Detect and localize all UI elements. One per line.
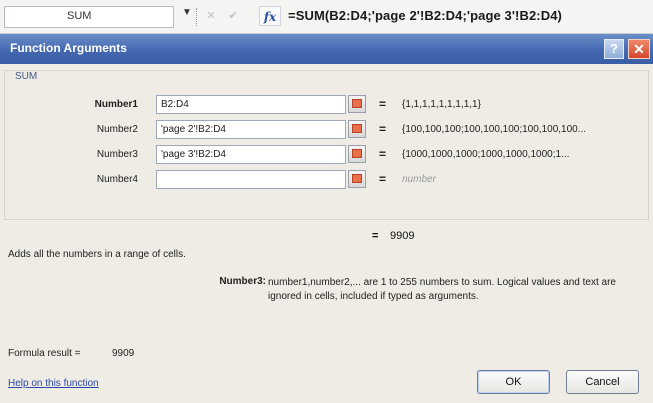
formula-bar-separator: [196, 8, 198, 26]
help-icon[interactable]: ?: [604, 39, 624, 59]
function-arguments-group: SUM Number1 B2:D4 = {1,1,1,1,1,1,1,1,1} …: [4, 70, 649, 220]
arg-equals-2: =: [379, 122, 387, 136]
arg-result-number2: {100,100,100;100,100,100;100,100,100...: [402, 124, 587, 135]
formula-result-label: Formula result =: [8, 348, 81, 359]
function-description: Adds all the numbers in a range of cells…: [8, 249, 186, 260]
help-on-function-link[interactable]: Help on this function: [8, 378, 99, 389]
arg-input-number1[interactable]: B2:D4: [156, 95, 346, 114]
function-name: SUM: [13, 71, 40, 82]
cancel-entry-icon[interactable]: ✕: [203, 8, 219, 24]
arg-label-number3: Number3: [96, 149, 138, 160]
arg-result-number3: {1000,1000,1000;1000,1000,1000;1...: [402, 149, 570, 160]
arg-label-number1: Number1: [94, 99, 138, 110]
formula-text[interactable]: =SUM(B2:D4;'page 2'!B2:D4;'page 3'!B2:D4…: [288, 8, 562, 23]
arg-equals-3: =: [379, 147, 387, 161]
arg-label-number2: Number2: [96, 124, 138, 135]
arg-input-number2[interactable]: 'page 2'!B2:D4: [156, 120, 346, 139]
collapse-dialog-button-1[interactable]: [348, 95, 366, 113]
arg-help-label: Number3:: [219, 276, 266, 287]
range-select-icon: [352, 99, 362, 108]
formula-bar: SUM ▼ ✕ ✔ fx =SUM(B2:D4;'page 2'!B2:D4;'…: [0, 0, 653, 34]
arg-input-number3[interactable]: 'page 3'!B2:D4: [156, 145, 346, 164]
range-select-icon: [352, 174, 362, 183]
arg-label-number4: Number4: [96, 174, 138, 185]
arg-equals-4: =: [379, 172, 387, 186]
close-icon[interactable]: ✕: [628, 39, 650, 59]
name-box[interactable]: SUM: [4, 6, 174, 28]
range-select-icon: [352, 124, 362, 133]
cancel-button[interactable]: Cancel: [566, 370, 639, 394]
arg-input-number4[interactable]: [156, 170, 346, 189]
collapse-dialog-button-4[interactable]: [348, 170, 366, 188]
insert-function-button[interactable]: fx: [259, 6, 281, 26]
arg-help-text: number1,number2,... are 1 to 255 numbers…: [268, 277, 616, 302]
collapse-dialog-button-2[interactable]: [348, 120, 366, 138]
dialog-title-bar[interactable]: Function Arguments ? ✕: [0, 34, 653, 64]
arg-result-number1: {1,1,1,1,1,1,1,1,1}: [402, 99, 481, 110]
ok-button[interactable]: OK: [477, 370, 550, 394]
collapse-dialog-button-3[interactable]: [348, 145, 366, 163]
dialog-body: SUM Number1 B2:D4 = {1,1,1,1,1,1,1,1,1} …: [0, 64, 653, 403]
dialog-title: Function Arguments: [10, 41, 127, 55]
total-equals: =: [372, 230, 379, 242]
range-select-icon: [352, 149, 362, 158]
total-value: 9909: [390, 230, 415, 242]
arg-equals-1: =: [379, 97, 387, 111]
formula-result-value: 9909: [112, 348, 135, 359]
chevron-down-icon[interactable]: ▼: [182, 7, 192, 18]
confirm-entry-icon[interactable]: ✔: [225, 8, 241, 24]
arg-result-number4: number: [402, 174, 436, 185]
